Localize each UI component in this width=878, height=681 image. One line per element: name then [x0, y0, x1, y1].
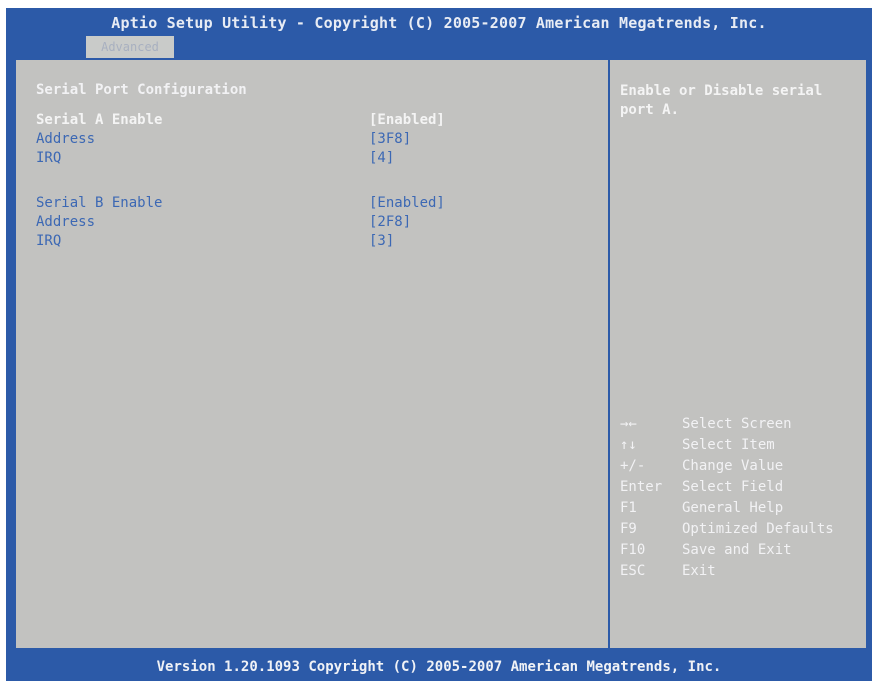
key-name: Enter	[620, 479, 663, 495]
key-legend-row: ESC Exit	[620, 563, 860, 584]
key-legend-row: F10 Save and Exit	[620, 542, 860, 563]
serial-b-irq-label: IRQ	[36, 233, 62, 249]
key-name: ESC	[620, 563, 646, 579]
main-panel: Serial Port Configuration Serial A Enabl…	[14, 58, 868, 650]
serial-b-irq-setting: IRQ [3]	[36, 233, 596, 252]
serial-b-irq-value: [3]	[369, 233, 395, 249]
serial-b-enable-value[interactable]: [Enabled]	[369, 195, 445, 211]
serial-a-irq-value: [4]	[369, 150, 395, 166]
key-description: Save and Exit	[682, 542, 792, 558]
key-description: Select Item	[682, 437, 775, 453]
settings-list: Serial Port Configuration Serial A Enabl…	[36, 82, 596, 252]
key-legend-row: ↑↓ Select Item	[620, 437, 860, 458]
key-name: F9	[620, 521, 637, 537]
serial-a-address-setting: Address [3F8]	[36, 131, 596, 150]
key-legend-row: Enter Select Field	[620, 479, 860, 500]
panel-divider	[608, 60, 610, 648]
key-name: F1	[620, 500, 637, 516]
serial-b-address-setting: Address [2F8]	[36, 214, 596, 233]
help-description: Enable or Disable serial port A.	[620, 83, 823, 118]
serial-a-enable-setting[interactable]: Serial A Enable [Enabled]	[36, 112, 596, 131]
key-legend-row: F9 Optimized Defaults	[620, 521, 860, 542]
header-bar: Aptio Setup Utility - Copyright (C) 2005…	[6, 8, 872, 60]
key-name: F10	[620, 542, 646, 558]
serial-b-address-label: Address	[36, 214, 96, 230]
version-footer: Version 1.20.1093 Copyright (C) 2005-200…	[156, 659, 722, 675]
key-description: General Help	[682, 500, 784, 516]
key-description: Exit	[682, 563, 716, 579]
key-name: +/-	[620, 458, 646, 474]
serial-a-address-label: Address	[36, 131, 96, 147]
serial-a-address-value: [3F8]	[369, 131, 412, 147]
key-legend: →← Select Screen ↑↓ Select Item +/- Chan…	[620, 416, 860, 584]
key-description: Select Field	[682, 479, 784, 495]
serial-a-enable-label: Serial A Enable	[36, 112, 163, 128]
serial-a-irq-label: IRQ	[36, 150, 62, 166]
key-description: Optimized Defaults	[682, 521, 834, 537]
arrows-up-down-icon: ↑↓	[620, 437, 637, 453]
section-title: Serial Port Configuration	[36, 82, 247, 98]
key-description: Select Screen	[682, 416, 792, 432]
arrows-left-right-icon: →←	[620, 416, 637, 432]
serial-b-enable-label: Serial B Enable	[36, 195, 163, 211]
serial-a-enable-value[interactable]: [Enabled]	[369, 112, 445, 128]
key-legend-row: +/- Change Value	[620, 458, 860, 479]
bios-screen: Aptio Setup Utility - Copyright (C) 2005…	[6, 8, 872, 681]
serial-a-irq-setting: IRQ [4]	[36, 150, 596, 169]
serial-b-enable-setting[interactable]: Serial B Enable [Enabled]	[36, 195, 596, 214]
key-legend-row: F1 General Help	[620, 500, 860, 521]
key-legend-row: →← Select Screen	[620, 416, 860, 437]
tab-advanced[interactable]: Advanced	[86, 36, 174, 58]
key-description: Change Value	[682, 458, 784, 474]
serial-b-address-value: [2F8]	[369, 214, 412, 230]
utility-title: Aptio Setup Utility - Copyright (C) 2005…	[111, 14, 767, 32]
